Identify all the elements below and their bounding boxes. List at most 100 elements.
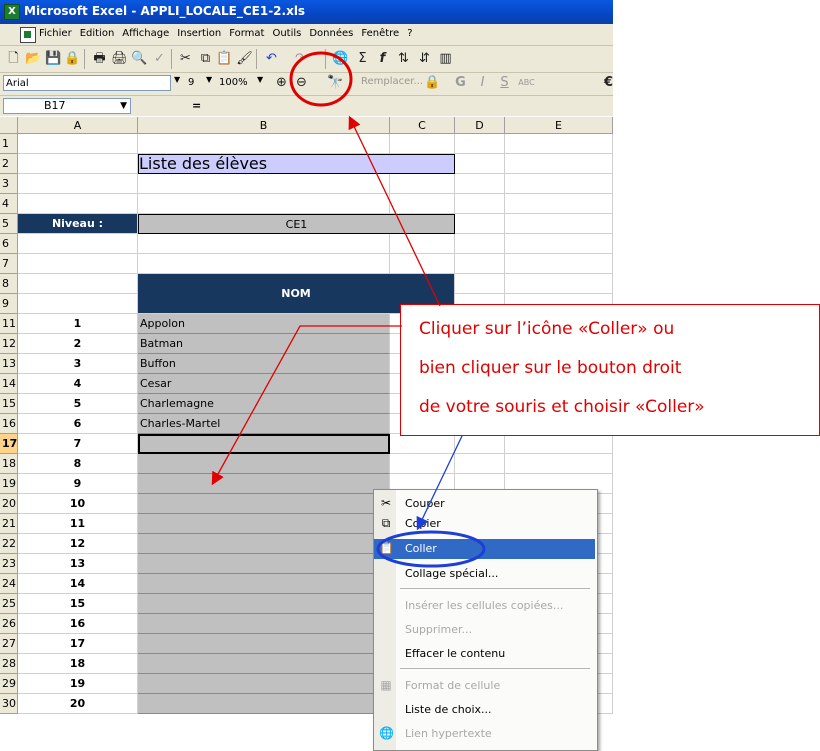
- student-number[interactable]: 3: [18, 354, 138, 374]
- context-menu-item[interactable]: Supprimer...: [374, 620, 595, 640]
- formula-equals[interactable]: =: [192, 99, 201, 112]
- student-name-cell[interactable]: Appolon: [138, 314, 390, 334]
- student-number[interactable]: 20: [18, 694, 138, 714]
- student-name-cell[interactable]: [138, 494, 390, 514]
- cell[interactable]: [18, 294, 138, 314]
- redo-icon[interactable]: ↷: [292, 50, 309, 67]
- student-number[interactable]: 19: [18, 674, 138, 694]
- context-menu-item[interactable]: ✂ Couper: [374, 494, 595, 514]
- new-document-icon[interactable]: 🗋: [5, 50, 22, 67]
- menu-item[interactable]: Outils: [271, 28, 302, 39]
- student-name-cell[interactable]: [138, 614, 390, 634]
- student-name-cell[interactable]: [138, 554, 390, 574]
- menu-item[interactable]: Fichier: [38, 28, 73, 39]
- chevron-down-icon[interactable]: ▼: [206, 75, 212, 84]
- row-header[interactable]: 7: [0, 254, 18, 274]
- autosum-icon[interactable]: Σ: [354, 50, 371, 67]
- row-header[interactable]: 9: [0, 294, 18, 314]
- title-bar[interactable]: X Microsoft Excel - APPLI_LOCALE_CE1-2.x…: [0, 0, 613, 24]
- cell[interactable]: [18, 274, 138, 294]
- student-number[interactable]: 16: [18, 614, 138, 634]
- cell[interactable]: [138, 134, 390, 154]
- hyperlink-icon[interactable]: 🌐: [332, 50, 349, 67]
- select-all-corner[interactable]: [0, 117, 18, 134]
- context-menu-item[interactable]: Effacer le contenu: [374, 644, 595, 664]
- lock-icon[interactable]: 🔒: [424, 74, 441, 91]
- student-number[interactable]: 15: [18, 594, 138, 614]
- menu-item[interactable]: Données: [308, 28, 354, 39]
- student-number[interactable]: 11: [18, 514, 138, 534]
- cell[interactable]: [455, 154, 505, 174]
- row-header[interactable]: 18: [0, 454, 18, 474]
- print-setup-icon[interactable]: 🖨: [111, 50, 128, 67]
- menu-item[interactable]: ?: [406, 28, 413, 39]
- cell[interactable]: [505, 134, 613, 154]
- student-name-cell[interactable]: Batman: [138, 334, 390, 354]
- row-header[interactable]: 6: [0, 234, 18, 254]
- row-header[interactable]: 2: [0, 154, 18, 174]
- underline-icon[interactable]: S: [496, 74, 513, 91]
- row-header[interactable]: 24: [0, 574, 18, 594]
- row-header[interactable]: 25: [0, 594, 18, 614]
- zoom-in-icon[interactable]: ⊕: [273, 74, 290, 91]
- menu-item[interactable]: Insertion: [176, 28, 222, 39]
- bold-icon[interactable]: G: [452, 74, 469, 91]
- chevron-down-icon[interactable]: ▼: [174, 75, 180, 84]
- student-name-cell[interactable]: [138, 474, 390, 494]
- workbook-icon[interactable]: [20, 27, 36, 43]
- save-icon[interactable]: 💾: [45, 50, 62, 67]
- student-number[interactable]: 17: [18, 634, 138, 654]
- cell[interactable]: [505, 254, 613, 274]
- cell[interactable]: [455, 274, 505, 294]
- column-header-e[interactable]: E: [505, 117, 613, 134]
- menu-item[interactable]: Fenêtre: [360, 28, 400, 39]
- cell[interactable]: [455, 214, 505, 234]
- function-icon[interactable]: f: [374, 50, 391, 67]
- row-header[interactable]: 29: [0, 674, 18, 694]
- cell[interactable]: [138, 234, 390, 254]
- student-name-cell[interactable]: Charlemagne: [138, 394, 390, 414]
- sort-ascending-icon[interactable]: ⇅: [395, 50, 412, 67]
- student-name-cell[interactable]: [138, 654, 390, 674]
- menu-item[interactable]: Edition: [79, 28, 116, 39]
- cell[interactable]: [390, 434, 455, 454]
- copy-icon[interactable]: ⧉: [197, 50, 214, 67]
- replace-button[interactable]: Remplacer...: [361, 76, 423, 87]
- row-header[interactable]: 16: [0, 414, 18, 434]
- cell[interactable]: [505, 174, 613, 194]
- chevron-down-icon[interactable]: ▼: [120, 99, 127, 113]
- column-header-c[interactable]: C: [390, 117, 455, 134]
- cell[interactable]: [390, 454, 455, 474]
- cell[interactable]: [505, 274, 613, 294]
- student-name-cell[interactable]: [138, 454, 390, 474]
- active-cell-b17[interactable]: [138, 434, 390, 454]
- open-folder-icon[interactable]: 📂: [25, 50, 42, 67]
- row-header[interactable]: 21: [0, 514, 18, 534]
- cell[interactable]: [390, 234, 455, 254]
- row-header[interactable]: 13: [0, 354, 18, 374]
- student-number[interactable]: 7: [18, 434, 138, 454]
- row-header[interactable]: 17: [0, 434, 18, 454]
- student-name-cell[interactable]: [138, 574, 390, 594]
- italic-icon[interactable]: I: [474, 74, 491, 91]
- context-menu-item[interactable]: ⧉ Copier: [374, 514, 595, 534]
- student-number[interactable]: 18: [18, 654, 138, 674]
- student-number[interactable]: 10: [18, 494, 138, 514]
- row-header[interactable]: 12: [0, 334, 18, 354]
- undo-icon[interactable]: ↶: [263, 50, 280, 67]
- student-number[interactable]: 5: [18, 394, 138, 414]
- cell[interactable]: [138, 194, 390, 214]
- paste-icon[interactable]: 📋: [216, 50, 233, 67]
- name-box[interactable]: B17 ▼: [3, 98, 131, 114]
- permission-icon[interactable]: 🔒: [64, 50, 81, 67]
- student-number[interactable]: 2: [18, 334, 138, 354]
- row-header[interactable]: 8: [0, 274, 18, 294]
- print-icon[interactable]: 🖶: [91, 50, 108, 67]
- row-header[interactable]: 20: [0, 494, 18, 514]
- cell[interactable]: [505, 154, 613, 174]
- cell[interactable]: [390, 254, 455, 274]
- student-number[interactable]: 14: [18, 574, 138, 594]
- cell[interactable]: [18, 254, 138, 274]
- cell[interactable]: [455, 454, 505, 474]
- cell[interactable]: [390, 174, 455, 194]
